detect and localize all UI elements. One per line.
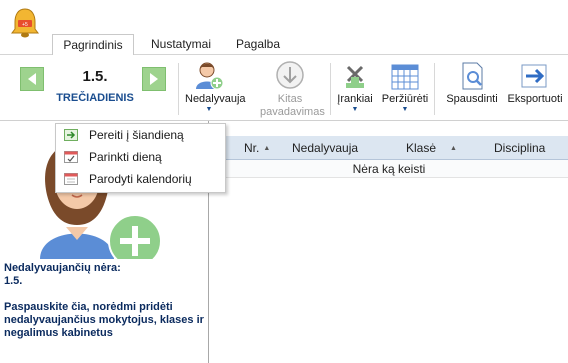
svg-text:+5: +5 — [22, 22, 28, 28]
ribbon-separator — [178, 63, 179, 115]
caret-down-icon: ▼ — [205, 106, 213, 113]
print-button[interactable]: Spausdinti — [442, 59, 502, 105]
column-header-class[interactable]: Klasė ▲ — [406, 141, 457, 155]
bell-icon[interactable]: +5 — [8, 6, 42, 40]
table-view-icon — [391, 64, 419, 90]
menu-item-goto-today[interactable]: Pereiti į šiandieną — [56, 124, 225, 146]
column-header-absent[interactable]: Nedalyvauja — [292, 141, 358, 155]
print-label: Spausdinti — [446, 93, 498, 105]
tab-nustatymai[interactable]: Nustatymai — [141, 34, 221, 56]
tools-label: Įrankiai — [337, 93, 373, 105]
menu-item-show-calendar[interactable]: Parodyti kalendorių — [56, 168, 225, 190]
menu-item-label: Parodyti kalendorių — [89, 172, 192, 186]
view-button[interactable]: Peržiūrėti ▼ — [378, 59, 432, 114]
no-absent-title: Nedalyvaujančių nėra: — [4, 262, 121, 274]
sort-icon: ▲ — [450, 145, 457, 152]
export-icon — [521, 64, 547, 88]
menu-item-label: Pereiti į šiandieną — [89, 128, 184, 142]
add-absent-hint[interactable]: Paspauskite čia, norėdmi pridėti nedalyv… — [4, 301, 204, 340]
export-label: Eksportuoti — [507, 93, 563, 105]
view-label: Peržiūrėti — [381, 93, 429, 105]
column-header-nr[interactable]: Nr. ▲ — [244, 141, 270, 155]
tab-pagrindinis[interactable]: Pagrindinis — [52, 34, 134, 56]
substitute-label: Kitas pavadavimas — [260, 93, 325, 118]
down-arrow-circle-icon — [276, 61, 304, 89]
menu-item-label: Parinkti dieną — [89, 150, 162, 164]
prev-day-button[interactable] — [20, 67, 44, 91]
empty-grid-message: Nėra ką keisti — [210, 160, 568, 178]
ribbon-separator — [434, 63, 435, 115]
absent-label: Nedalyvauja — [185, 93, 246, 105]
date-menu: Pereiti į šiandieną Parinkti dieną Parod… — [55, 123, 226, 193]
tools-icon — [346, 65, 364, 88]
grid-header: Nr. ▲ Nedalyvauja Klasė ▲ Disciplina — [210, 136, 568, 160]
pick-day-icon — [64, 151, 78, 163]
person-add-icon — [196, 62, 224, 90]
absent-button[interactable]: Nedalyvauja ▼ — [185, 59, 246, 114]
ribbon: 1.5. TREČIADIENIS Nedalyvauja ▼ Kitas pa… — [0, 55, 568, 121]
no-absent-date: 1.5. — [4, 275, 23, 287]
sort-icon: ▲ — [263, 145, 271, 152]
tools-button[interactable]: Įrankiai ▼ — [335, 59, 375, 114]
next-day-button[interactable] — [142, 67, 166, 91]
tab-bar: +5 Pagrindinis Nustatymai Pagalba — [0, 0, 568, 56]
arrow-right-icon — [150, 73, 158, 85]
arrow-left-icon — [28, 73, 36, 85]
date-number: 1.5. — [82, 68, 108, 85]
app-window: +5 Pagrindinis Nustatymai Pagalba 1.5. T… — [0, 0, 568, 363]
column-header-discipline[interactable]: Disciplina — [494, 141, 545, 155]
weekday-label: TREČIADIENIS — [56, 92, 134, 104]
caret-down-icon: ▼ — [351, 106, 359, 113]
substitute-button[interactable]: Kitas pavadavimas — [250, 59, 330, 119]
changes-grid[interactable]: Nr. ▲ Nedalyvauja Klasė ▲ Disciplina Nėra … — [210, 136, 568, 363]
export-button[interactable]: Eksportuoti — [503, 59, 567, 105]
tab-pagalba[interactable]: Pagalba — [226, 34, 290, 56]
calendar-icon — [64, 173, 78, 185]
ribbon-separator — [330, 63, 331, 115]
menu-item-pick-day[interactable]: Parinkti dieną — [56, 146, 225, 168]
print-preview-icon — [462, 62, 483, 90]
goto-today-icon — [64, 129, 78, 141]
caret-down-icon: ▼ — [401, 106, 409, 113]
